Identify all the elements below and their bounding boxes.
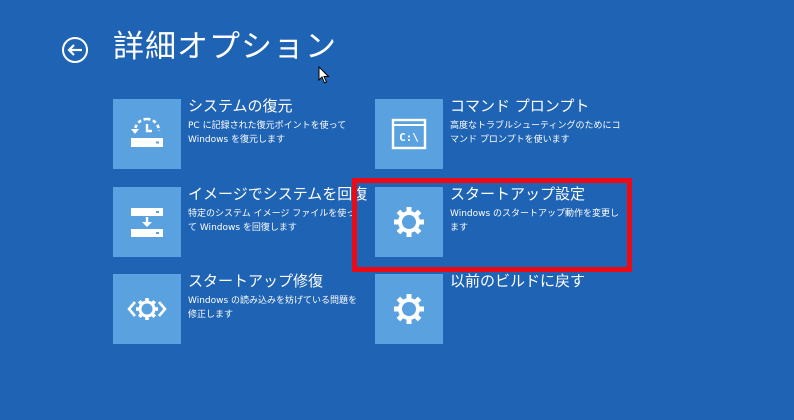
page-title: 詳細オプション: [113, 29, 337, 65]
option-title: スタートアップ設定: [450, 185, 586, 203]
option-command-prompt[interactable]: C:\ コマンド プロンプト 高度なトラブルシューティングのためにコマンド プロ…: [375, 97, 625, 169]
option-description: Windows の読み込みを妨げている問題を修正します: [188, 296, 358, 320]
option-title: イメージでシステムを回復: [188, 185, 368, 203]
option-system-image-recovery[interactable]: イメージでシステムを回復 特定のシステム イメージ ファイルを使って Windo…: [113, 185, 367, 257]
system-image-recovery-icon: [131, 208, 163, 237]
option-description: 特定のシステム イメージ ファイルを使って Windows を回復します: [188, 209, 356, 233]
tile-icon-box: [113, 99, 181, 169]
back-arrow-circle-icon: [62, 37, 88, 63]
startup-repair-icon: [127, 298, 167, 320]
tile-icon-box: [113, 187, 181, 257]
option-title: 以前のビルドに戻す: [450, 272, 586, 290]
mouse-cursor-icon: [318, 66, 330, 84]
advanced-options-screen: 詳細オプション システムの復元 PC に記録された復元ポイントを使って Wind…: [0, 0, 794, 420]
command-prompt-icon: C:\: [391, 118, 427, 150]
gear-icon: [394, 207, 424, 237]
option-system-restore[interactable]: システムの復元 PC に記録された復元ポイントを使って Windows を復元し…: [113, 97, 363, 169]
tile-icon-box: [375, 274, 443, 344]
tile-icon-box: [375, 187, 443, 257]
option-title: システムの復元: [188, 97, 293, 115]
tile-icon-box: [113, 274, 181, 344]
option-description: PC に記録された復元ポイントを使って Windows を復元します: [188, 121, 347, 145]
option-startup-settings[interactable]: スタートアップ設定 Windows のスタートアップ動作を変更します: [375, 185, 625, 257]
option-description: Windows のスタートアップ動作を変更します: [450, 209, 620, 233]
option-description: 高度なトラブルシューティングのためにコマンド プロンプトを使います: [450, 121, 621, 145]
command-prompt-text: C:\: [399, 131, 419, 144]
option-previous-build[interactable]: 以前のビルドに戻す: [375, 272, 625, 344]
back-button[interactable]: [61, 36, 89, 64]
tile-icon-box: C:\: [375, 99, 443, 169]
gear-icon: [394, 294, 424, 324]
system-restore-icon: [131, 117, 163, 147]
option-title: コマンド プロンプト: [450, 97, 590, 115]
option-title: スタートアップ修復: [188, 272, 324, 290]
option-startup-repair[interactable]: スタートアップ修復 Windows の読み込みを妨げている問題を修正します: [113, 272, 363, 344]
